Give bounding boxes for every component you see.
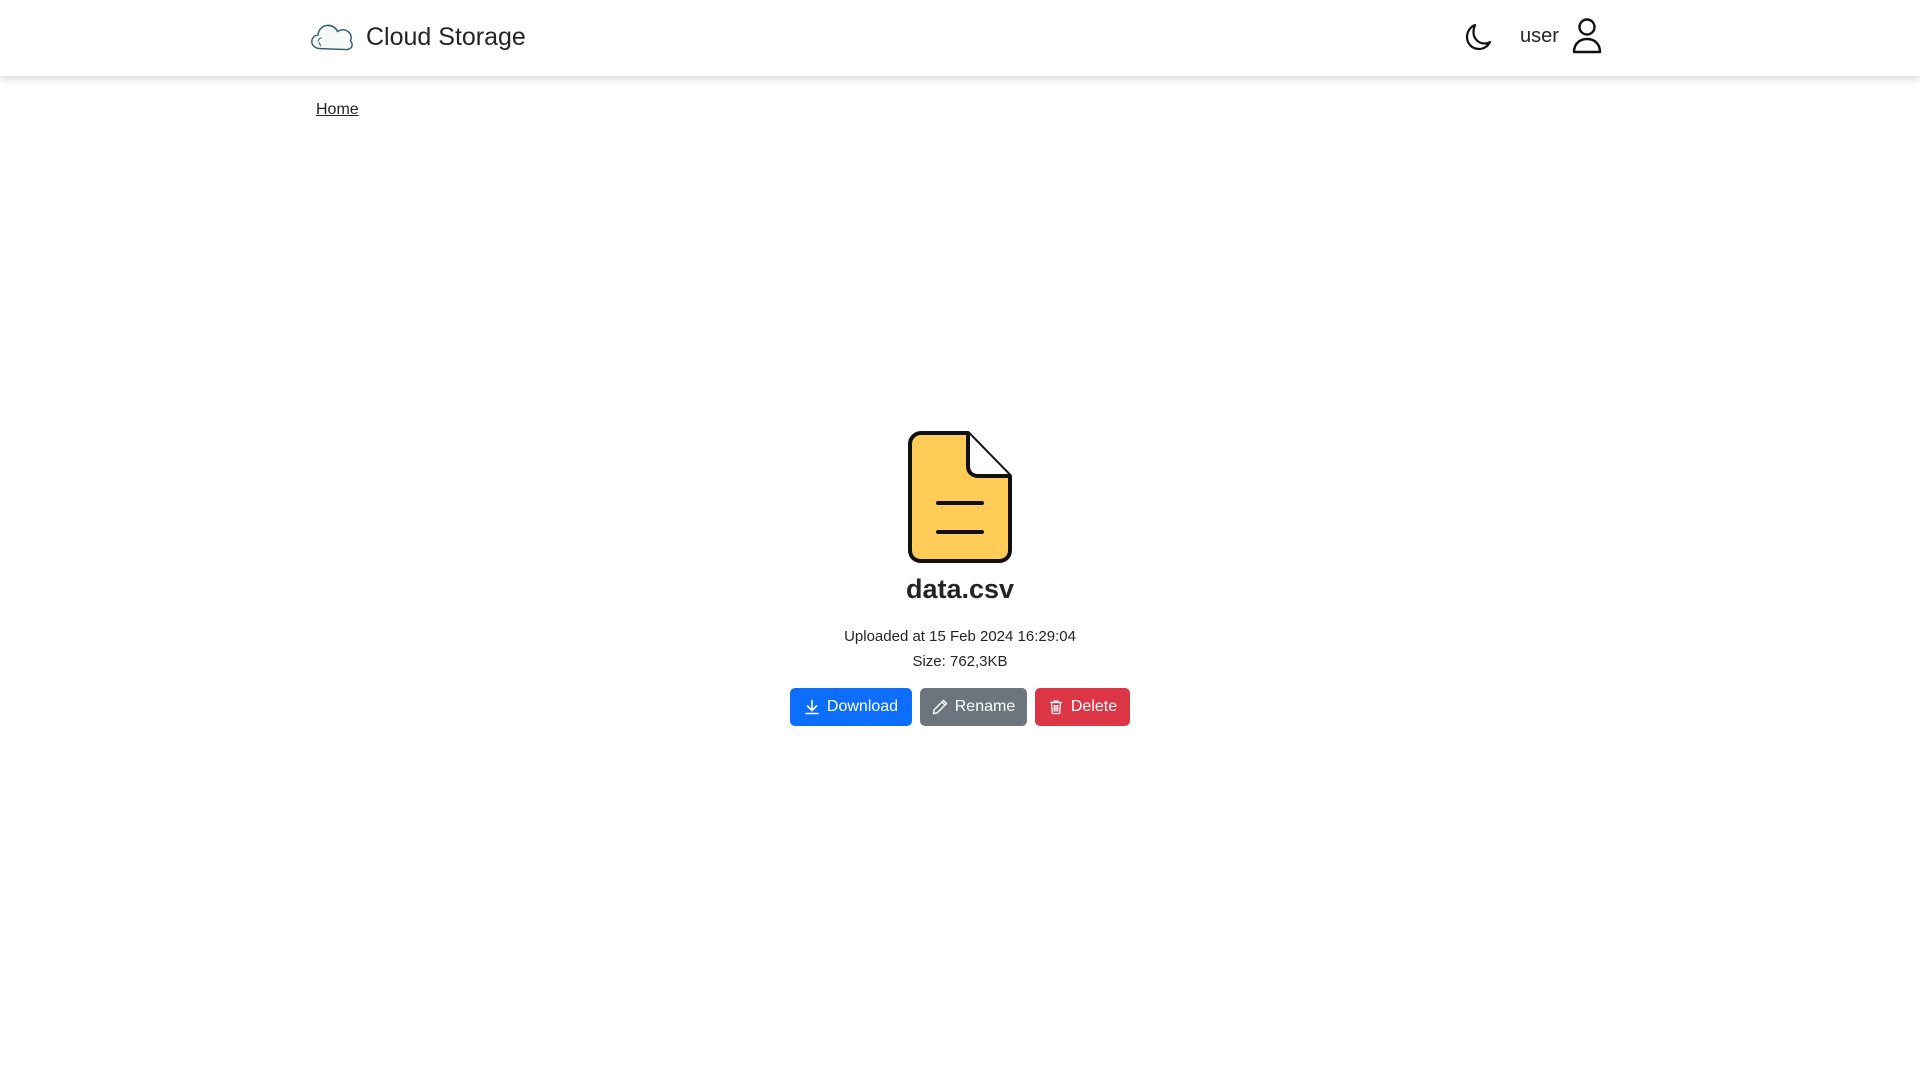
brand-link[interactable]: Cloud Storage bbox=[310, 19, 526, 55]
rename-label: Rename bbox=[954, 698, 1016, 715]
file-actions: Download Rename Delete bbox=[0, 688, 1920, 726]
cloud-icon bbox=[310, 19, 353, 55]
rename-button[interactable]: Rename bbox=[920, 688, 1027, 726]
top-navbar: Cloud Storage user bbox=[0, 0, 1920, 76]
breadcrumb-home-link[interactable]: Home bbox=[316, 101, 359, 118]
user-menu[interactable]: user bbox=[1520, 18, 1603, 54]
download-icon bbox=[805, 699, 819, 715]
theme-toggle-button[interactable] bbox=[1463, 22, 1493, 52]
moon-icon bbox=[1463, 22, 1493, 52]
trash-icon bbox=[1049, 700, 1062, 715]
file-metadata: Uploaded at 15 Feb 2024 16:29:04 Size: 7… bbox=[0, 624, 1920, 674]
file-text-icon bbox=[0, 430, 1920, 564]
delete-label: Delete bbox=[1070, 698, 1118, 715]
download-label: Download bbox=[826, 698, 899, 715]
file-details: data.csv Uploaded at 15 Feb 2024 16:29:0… bbox=[0, 430, 1920, 726]
person-icon bbox=[1571, 18, 1603, 54]
file-name: data.csv bbox=[905, 574, 1015, 604]
file-size: Size: 762,3KB bbox=[912, 653, 1008, 670]
user-name: user bbox=[1520, 24, 1559, 47]
breadcrumb: Home bbox=[316, 101, 359, 119]
pencil-icon bbox=[932, 699, 947, 715]
download-button[interactable]: Download bbox=[790, 688, 912, 726]
upload-date: Uploaded at 15 Feb 2024 16:29:04 bbox=[844, 628, 1076, 645]
brand-label: Cloud Storage bbox=[366, 23, 526, 51]
delete-button[interactable]: Delete bbox=[1035, 688, 1130, 726]
